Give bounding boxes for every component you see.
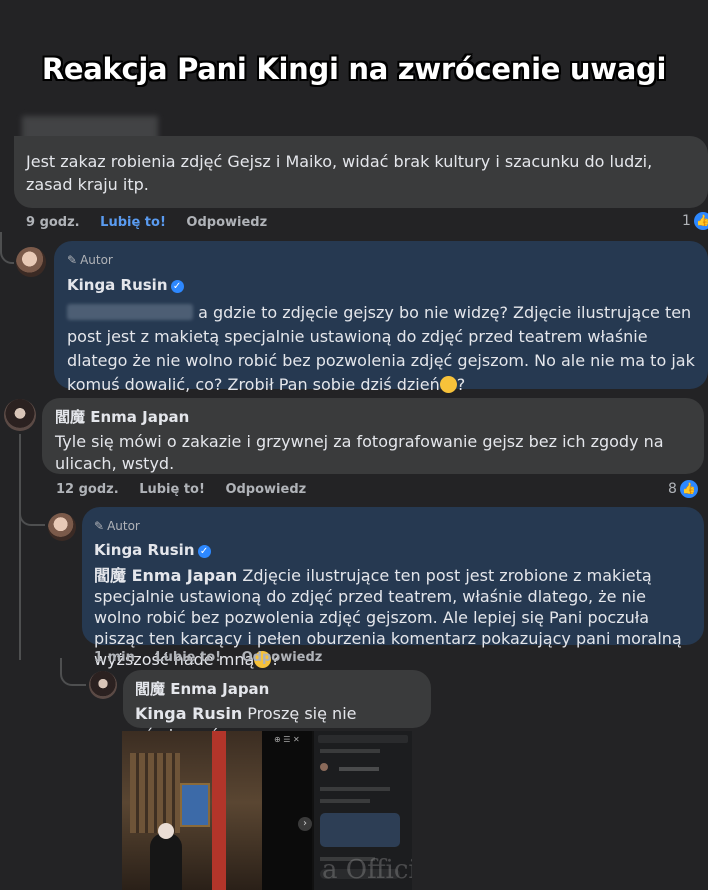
- next-arrow-icon[interactable]: ›: [298, 817, 312, 831]
- page-title: Reakcja Pani Kingi na zwrócenie uwagi: [41, 52, 667, 86]
- pen-icon: ✎: [67, 253, 78, 267]
- comment-2-reactions[interactable]: 8 👍: [668, 480, 698, 498]
- reply-2-bubble: ✎ Autor Kinga Rusin ✓ 閻魔 Enma Japan Zdjęci…: [82, 507, 704, 669]
- comment-2-author-name[interactable]: 閻魔 Enma Japan: [55, 406, 692, 428]
- comment-1-bubble: Jest zakaz robienia zdjęć Gejsz i Maiko,…: [14, 136, 708, 208]
- verified-badge-icon: ✓: [170, 280, 184, 293]
- comment-1-text: Jest zakaz robienia zdjęć Gejsz i Maiko,…: [26, 152, 653, 194]
- comment-1-time: 9 godz.: [26, 215, 80, 230]
- reply-3-connector: [60, 658, 86, 686]
- thread-connector: [0, 232, 14, 264]
- reply-1-bubble: ✎ Autor Kinga Rusin ✓ a gdzie to zdjęcie g…: [54, 241, 708, 394]
- enma-japan-avatar[interactable]: [89, 671, 117, 699]
- pen-icon: ✎: [94, 519, 105, 533]
- author-badge: ✎ Autor: [67, 253, 113, 267]
- comment-1-reactions[interactable]: 1 👍: [682, 212, 708, 230]
- comment-1-meta: 9 godz. Lubię to! Odpowiedz: [26, 215, 283, 230]
- reply-3-author-name[interactable]: 閻魔 Enma Japan: [135, 678, 419, 700]
- comment-1-reply-button[interactable]: Odpowiedz: [186, 215, 267, 230]
- comment-2-reply-button[interactable]: Odpowiedz: [225, 482, 306, 497]
- reply-2-like-button[interactable]: Lubię to!: [155, 650, 221, 665]
- comment-1-like-button[interactable]: Lubię to!: [100, 215, 166, 230]
- reply-2-connector: [19, 506, 45, 526]
- author-badge: ✎ Autor: [94, 519, 140, 533]
- comment-2-text: Tyle się mówi o zakazie i grzywnej za fo…: [55, 432, 664, 473]
- reply-2-author-name[interactable]: Kinga Rusin: [94, 541, 195, 559]
- reply-2-meta: 1 min Lubię to! Odpowiedz: [94, 650, 338, 665]
- geisha-photo: [122, 731, 262, 890]
- kinga-rusin-avatar[interactable]: [48, 513, 76, 541]
- comment-2-time: 12 godz.: [56, 482, 119, 497]
- reply-3-bubble: 閻魔 Enma Japan Kinga Rusin Proszę się nie…: [123, 670, 431, 745]
- reply-2-reply-button[interactable]: Odpowiedz: [242, 650, 323, 665]
- reply-1-author-name[interactable]: Kinga Rusin: [67, 276, 168, 294]
- reply-3-mention[interactable]: Kinga Rusin: [135, 704, 242, 723]
- comment-2-reaction-count: 8: [668, 481, 677, 497]
- verified-badge-icon: ✓: [197, 545, 211, 558]
- comment-2-like-button[interactable]: Lubię to!: [139, 482, 205, 497]
- comment-1-reaction-count: 1: [682, 213, 691, 229]
- kinga-rusin-avatar[interactable]: [16, 247, 46, 277]
- attached-screenshot[interactable]: › ⊕ ☰ ✕ a Official: [122, 731, 412, 890]
- like-reaction-icon: 👍: [693, 212, 708, 230]
- redacted-mention: [67, 304, 193, 320]
- reply-2-time: 1 min: [94, 650, 135, 665]
- watermark: a Official: [322, 855, 412, 885]
- comment-2-bubble: 閻魔 Enma Japan Tyle się mówi o zakazie i …: [42, 398, 704, 474]
- grinning-sweat-emoji-icon: [439, 376, 457, 393]
- like-reaction-icon: 👍: [679, 480, 698, 498]
- enma-japan-avatar[interactable]: [4, 399, 36, 431]
- thread-line: [19, 434, 21, 660]
- comment-2-meta: 12 godz. Lubię to! Odpowiedz: [56, 482, 322, 497]
- reply-2-mention[interactable]: 閻魔 Enma Japan: [94, 566, 237, 585]
